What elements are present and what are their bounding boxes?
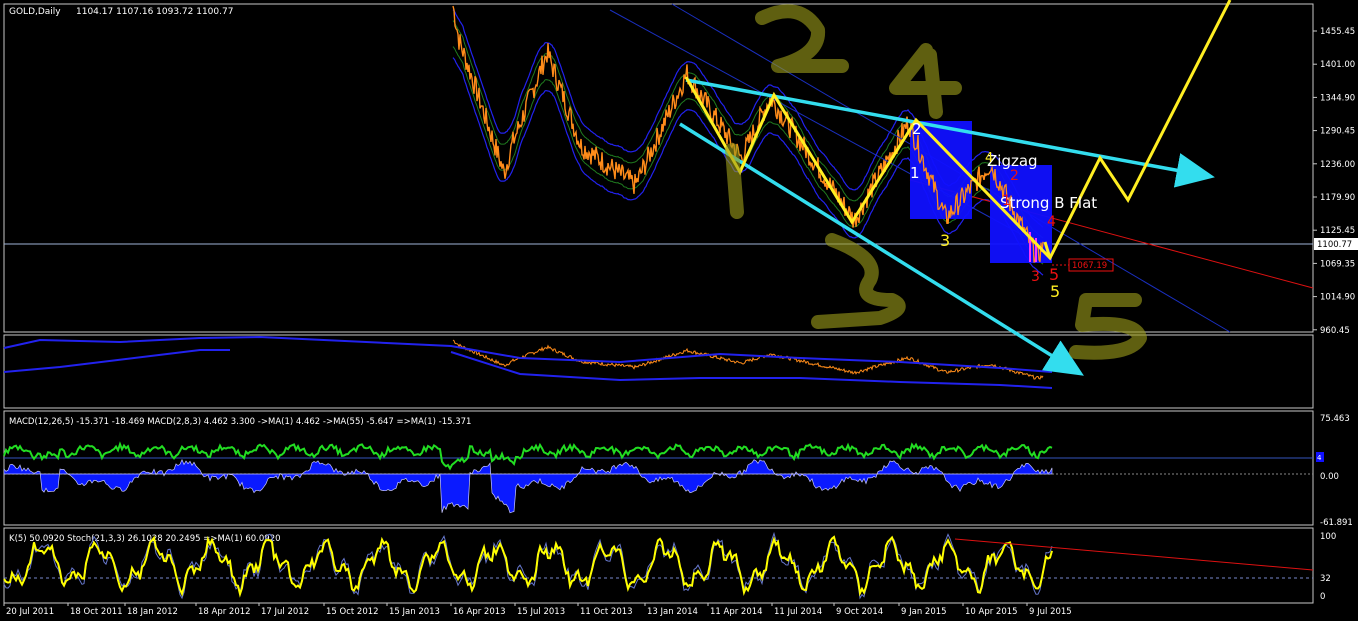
olive-digit-4: [889, 43, 962, 119]
time-tick-label: 10 Apr 2015: [965, 607, 1018, 617]
time-tick-label: 11 Jul 2014: [774, 607, 822, 617]
time-tick-label: 15 Oct 2012: [326, 607, 379, 617]
wave-label-2-red: 2: [1010, 168, 1019, 184]
current-price-label: 1100.77: [1317, 240, 1352, 250]
stoch-red-trendline: [954, 538, 1314, 571]
flat-label: Strong B Flat: [1000, 194, 1097, 212]
wave-label-1-white: 1: [910, 164, 920, 182]
macd-axis: 75.463 0.00 -61.891: [1320, 414, 1353, 528]
macd-tick-label: -61.891: [1320, 518, 1353, 528]
time-tick-label: 11 Apr 2014: [710, 607, 763, 617]
ohlc-readout: 1104.17 1107.16 1093.72 1100.77: [76, 7, 233, 17]
low-tag-label: 1067.19: [1072, 261, 1107, 271]
time-tick-label: 13 Jan 2014: [647, 607, 698, 617]
time-axis: 20 Jul 2011 18 Oct 2011 18 Jan 2012 18 Apr …: [3, 603, 1072, 617]
macd-panel-frame: [3, 410, 1314, 526]
time-tick-label: 17 Jul 2012: [261, 607, 309, 617]
time-tick-label: 9 Jan 2015: [901, 607, 947, 617]
macd-histogram: [3, 458, 1053, 514]
time-tick-label: 20 Jul 2011: [6, 607, 54, 617]
time-tick-label: 9 Jul 2015: [1029, 607, 1072, 617]
price-tick-label: 1455.45: [1320, 27, 1355, 37]
wave-label-2-white: 2: [912, 120, 922, 138]
price-axis: 1455.45 1401.00 1344.90 1290.45 1236.00 1179.…: [1313, 27, 1355, 336]
chart-canvas: GOLD,Daily 1104.17 1107.16 1093.72 1100.…: [3, 0, 1358, 617]
time-tick-label: 16 Apr 2013: [453, 607, 506, 617]
stoch-tick-label: 0: [1320, 592, 1325, 602]
price-tick-label: 1014.90: [1320, 293, 1355, 303]
price-tick-label: 1236.00: [1320, 160, 1355, 170]
macd-tick-label: 75.463: [1320, 414, 1350, 424]
wave-label-4-yellow: 4: [985, 151, 993, 166]
window-title: GOLD,Daily: [9, 7, 61, 17]
wave-label-5-red: 5: [1049, 265, 1059, 284]
macd-tick-label: 0.00: [1320, 472, 1339, 482]
bands-panel-series: [3, 335, 1053, 389]
price-tick-label: 1069.35: [1320, 259, 1355, 269]
time-tick-label: 18 Oct 2011: [70, 607, 123, 617]
stoch-tick-label: 100: [1320, 532, 1336, 542]
bollinger-bands: [3, 9, 1053, 389]
price-tick-label: 1125.45: [1320, 226, 1355, 236]
price-panel-frame: [3, 3, 1314, 333]
price-tick-label: 1179.90: [1320, 193, 1355, 203]
macd-indicator: [3, 441, 1313, 514]
time-tick-label: 18 Jan 2012: [127, 607, 178, 617]
time-tick-label: 15 Jul 2013: [517, 607, 565, 617]
wave-label-4-red: 4: [1047, 214, 1056, 230]
price-tick-label: 960.45: [1320, 326, 1350, 336]
macd-label: MACD(12,26,5) -15.371 -18.469 MACD(2,8,3…: [9, 417, 471, 427]
stoch-k-line: [3, 535, 1053, 598]
stoch-axis: 100 32 0: [1320, 532, 1336, 602]
wave-label-3-red: 3: [1031, 269, 1040, 285]
olive-digit-2: [755, 4, 849, 73]
stoch-label: K(5) 50.0920 Stoch(21,3,3) 26.1028 20.24…: [9, 534, 281, 544]
olive-tick: [725, 143, 744, 219]
stoch-tick-label: 32: [1320, 574, 1331, 584]
wave-label-1-red: 1: [1002, 193, 1011, 209]
time-tick-label: 11 Oct 2013: [580, 607, 633, 617]
olive-digit-5: [1069, 293, 1147, 360]
bands-panel-lower: [450, 351, 1053, 389]
price-tick-label: 1290.45: [1320, 127, 1355, 137]
macd-marker-label: 4: [1317, 454, 1322, 462]
price-tick-label: 1401.00: [1320, 60, 1355, 70]
time-tick-label: 18 Apr 2012: [198, 607, 251, 617]
price-tick-label: 1344.90: [1320, 93, 1355, 103]
wave-label-5-yellow: 5: [1050, 282, 1060, 301]
channel-inner-blue: [609, 9, 1051, 251]
wave-label-3-yellow: 3: [940, 231, 950, 250]
bands-panel-left: [3, 349, 230, 373]
time-tick-label: 9 Oct 2014: [836, 607, 883, 617]
time-tick-label: 15 Jan 2013: [389, 607, 440, 617]
